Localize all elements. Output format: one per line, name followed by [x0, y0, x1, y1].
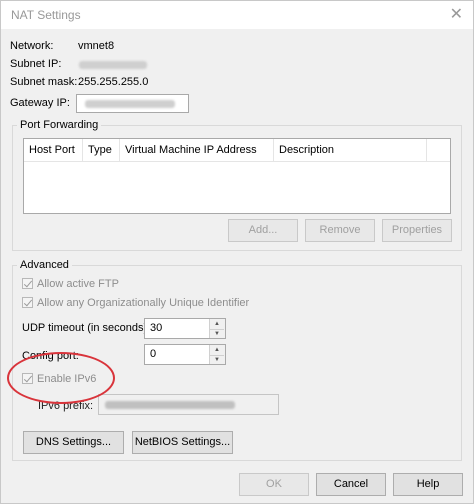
dns-settings-button[interactable]: DNS Settings... [23, 431, 124, 454]
allow-oui-checkbox[interactable]: Allow any Organizationally Unique Identi… [22, 297, 249, 309]
checkbox-checked-icon [22, 278, 33, 289]
column-description[interactable]: Description [274, 139, 427, 161]
network-label: Network: [10, 40, 54, 52]
ipv6-prefix-redacted [105, 401, 235, 409]
ipv6-prefix-field[interactable] [98, 394, 279, 415]
subnet-mask-value: 255.255.255.0 [78, 76, 149, 88]
title-bar: NAT Settings ✕ [1, 1, 473, 29]
port-forwarding-list[interactable]: Host Port Type Virtual Machine IP Addres… [23, 138, 451, 214]
gateway-ip-label: Gateway IP: [10, 97, 70, 109]
config-port-value: 0 [150, 348, 157, 360]
column-vm-ip[interactable]: Virtual Machine IP Address [120, 139, 274, 161]
highlight-annotation [7, 352, 115, 404]
checkbox-checked-icon [22, 297, 33, 308]
window-title: NAT Settings [11, 8, 81, 22]
column-type[interactable]: Type [83, 139, 120, 161]
column-host-port[interactable]: Host Port [24, 139, 83, 161]
help-button[interactable]: Help [393, 473, 463, 496]
spin-down-icon[interactable]: ▼ [210, 329, 224, 339]
close-icon[interactable]: ✕ [450, 4, 463, 24]
allow-active-ftp-checkbox[interactable]: Allow active FTP [22, 278, 119, 290]
subnet-ip-label: Subnet IP: [10, 58, 62, 70]
properties-button[interactable]: Properties [382, 219, 452, 242]
add-button[interactable]: Add... [228, 219, 298, 242]
subnet-mask-label: Subnet mask: [10, 76, 78, 88]
cancel-button[interactable]: Cancel [316, 473, 386, 496]
nat-settings-dialog: NAT Settings ✕ Network: vmnet8 Subnet IP… [0, 0, 474, 504]
config-port-spinner[interactable]: 0 ▲ ▼ [144, 344, 226, 365]
udp-timeout-spin-buttons[interactable]: ▲ ▼ [209, 319, 225, 338]
gateway-ip-field[interactable] [76, 94, 189, 113]
udp-timeout-value: 30 [150, 322, 163, 334]
udp-timeout-spinner[interactable]: 30 ▲ ▼ [144, 318, 226, 339]
allow-oui-label: Allow any Organizationally Unique Identi… [37, 297, 250, 309]
remove-button[interactable]: Remove [305, 219, 375, 242]
config-port-spin-buttons[interactable]: ▲ ▼ [209, 345, 225, 364]
ok-button[interactable]: OK [239, 473, 309, 496]
port-forwarding-list-header: Host Port Type Virtual Machine IP Addres… [24, 139, 450, 162]
gateway-ip-redacted [85, 100, 175, 108]
subnet-ip-redacted [79, 61, 147, 69]
spin-down-icon[interactable]: ▼ [210, 355, 224, 365]
netbios-settings-button[interactable]: NetBIOS Settings... [132, 431, 233, 454]
advanced-title: Advanced [17, 259, 72, 271]
udp-timeout-label: UDP timeout (in seconds): [22, 322, 151, 334]
allow-active-ftp-label: Allow active FTP [37, 278, 119, 290]
port-forwarding-title: Port Forwarding [17, 119, 102, 131]
network-value: vmnet8 [78, 40, 115, 52]
